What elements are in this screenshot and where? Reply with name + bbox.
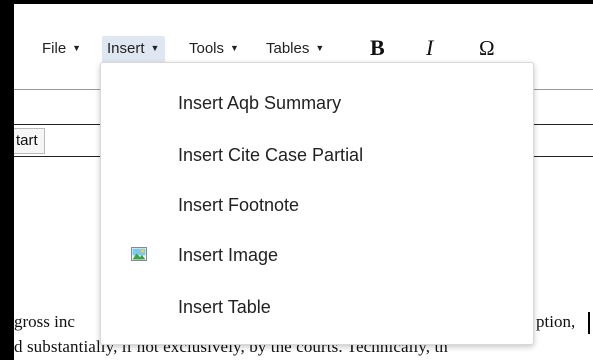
menu-insert-label: Insert [107,40,145,57]
document-text-line-end[interactable]: ption, [536,312,575,332]
bold-button[interactable]: B [370,34,385,62]
special-character-button[interactable]: Ω [479,34,495,62]
left-edge-bar [0,0,14,360]
menu-file[interactable]: File ▼ [42,36,81,62]
menu-item-insert-table[interactable]: Insert Table [101,287,533,327]
italic-button[interactable]: I [426,34,433,62]
text-cursor [588,312,590,334]
start-button[interactable]: tart [14,128,45,154]
chevron-down-icon: ▼ [150,43,160,54]
menu-tools[interactable]: Tools ▼ [189,36,239,62]
document-text-line[interactable]: gross inc [14,312,75,332]
menu-insert[interactable]: Insert ▼ [102,36,166,62]
menu-item-label: Insert Image [178,245,279,265]
menu-file-label: File [42,40,67,57]
menu-item-insert-image[interactable]: Insert Image [101,235,533,275]
menu-item-label: Insert Aqb Summary [178,93,342,113]
editor-page: File ▼ Insert ▼ Tools ▼ Tables ▼ B I Ω tart … [0,0,593,360]
insert-menu-dropdown: Insert Aqb Summary Insert Cite Case Part… [100,62,534,345]
chevron-down-icon: ▼ [72,43,82,54]
menu-tables-label: Tables [266,40,310,57]
chevron-down-icon: ▼ [315,43,325,54]
menu-item-label: Insert Cite Case Partial [178,145,364,165]
menu-item-insert-footnote[interactable]: Insert Footnote [101,185,533,225]
menu-item-label: Insert Table [178,297,271,317]
image-icon [131,247,147,261]
menu-tools-label: Tools [189,40,225,57]
menu-item-insert-cite-case-partial[interactable]: Insert Cite Case Partial [101,135,533,175]
menu-item-insert-aqb-summary[interactable]: Insert Aqb Summary [101,83,533,123]
chevron-down-icon: ▼ [230,43,239,54]
menu-tables[interactable]: Tables ▼ [266,36,324,62]
menu-item-label: Insert Footnote [178,195,300,215]
